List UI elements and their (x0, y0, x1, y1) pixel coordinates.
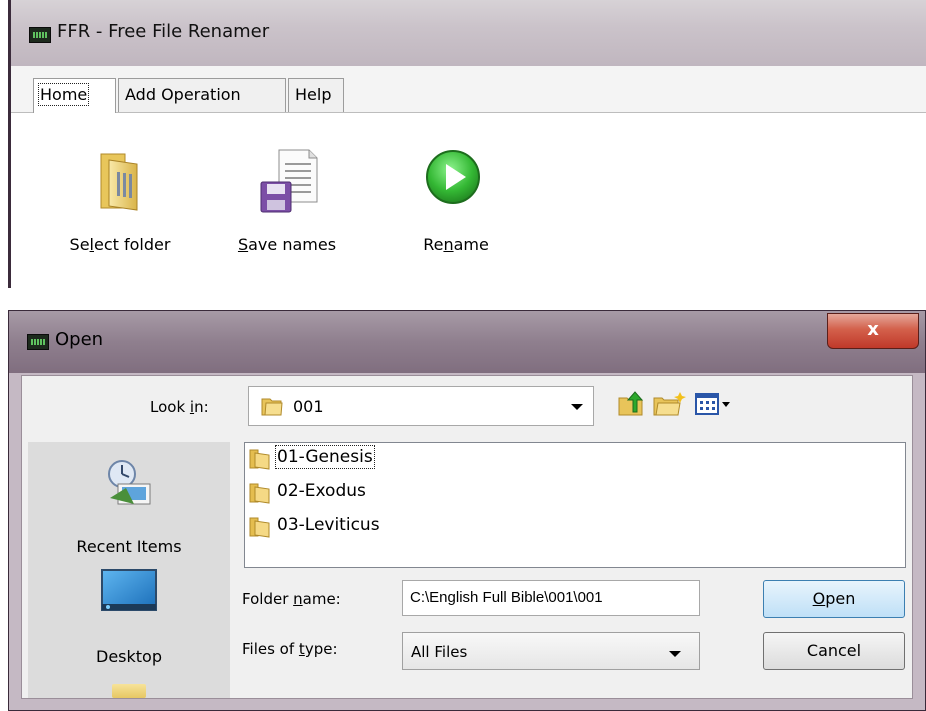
desktop-icon (101, 569, 157, 611)
close-button[interactable]: x (827, 313, 919, 349)
place-desktop[interactable]: Desktop (28, 568, 230, 668)
app-icon (29, 27, 51, 43)
cancel-button[interactable]: Cancel (763, 632, 905, 670)
save-names-label: Save names (237, 235, 337, 254)
tab-home[interactable]: Home (33, 78, 116, 113)
save-document-icon (260, 149, 318, 213)
ribbon-tabs: Home Add Operation Help (11, 66, 926, 113)
open-button[interactable]: Open (763, 580, 905, 618)
recent-items-label: Recent Items (76, 537, 182, 556)
tab-help-label: Help (295, 85, 332, 104)
folder-icon (249, 517, 270, 538)
files-of-type-label: Files of type: (242, 640, 338, 658)
ffr-title-bar[interactable]: FFR - Free File Renamer (8, 0, 926, 66)
folder-name-input[interactable]: C:\English Full Bible\001\001 (402, 580, 700, 616)
look-in-value: 001 (293, 397, 324, 416)
open-dialog: Open x Look in: 001 Recent Items Desktop… (8, 310, 926, 711)
select-folder-label: Select folder (69, 235, 171, 254)
tab-add-operation[interactable]: Add Operation (118, 78, 286, 112)
dialog-client: Look in: 001 Recent Items Desktop 01-Gen… (21, 375, 913, 699)
select-folder-button[interactable]: Select folder (47, 144, 193, 254)
file-list[interactable]: 01-Genesis 02-Exodus 03-Leviticus (244, 442, 906, 568)
file-name: 02-Exodus (277, 481, 366, 501)
app-icon (27, 334, 49, 350)
look-in-label: Look in: (150, 398, 209, 416)
chevron-down-icon (669, 651, 681, 657)
play-icon (426, 150, 480, 204)
folder-icon (249, 449, 270, 470)
tab-add-operation-label: Add Operation (125, 85, 241, 104)
new-folder-icon[interactable] (652, 390, 686, 418)
up-folder-icon[interactable] (616, 390, 646, 418)
tab-help[interactable]: Help (288, 78, 344, 112)
places-bar: Recent Items Desktop (28, 442, 230, 698)
ffr-window: FFR - Free File Renamer Home Add Operati… (8, 0, 926, 288)
file-name: 01-Genesis (275, 445, 375, 469)
rename-button[interactable]: Rename (406, 144, 506, 254)
folder-name-label: Folder name: (242, 590, 341, 608)
file-name: 03-Leviticus (277, 515, 380, 535)
place-recent-items[interactable]: Recent Items (28, 458, 230, 558)
folder-icon (112, 684, 146, 698)
dialog-title-bar[interactable]: Open x (9, 311, 925, 373)
folder-icon (249, 483, 270, 504)
view-menu-icon[interactable] (694, 390, 734, 418)
ffr-body: Home Add Operation Help Select folder Sa… (8, 66, 926, 288)
close-icon: x (867, 319, 879, 340)
files-of-type-dropdown[interactable]: All Files (402, 632, 700, 670)
chevron-down-icon (571, 404, 583, 410)
look-in-dropdown[interactable]: 001 (248, 386, 594, 426)
folder-icon (261, 398, 283, 416)
rename-label: Rename (423, 235, 489, 254)
save-names-button[interactable]: Save names (217, 144, 357, 254)
folder-icon (100, 153, 138, 211)
dialog-title: Open (55, 329, 104, 350)
tab-home-label: Home (37, 83, 90, 106)
desktop-label: Desktop (96, 647, 162, 666)
window-title: FFR - Free File Renamer (57, 21, 270, 42)
recent-items-icon (108, 460, 151, 505)
files-of-type-value: All Files (411, 643, 468, 661)
